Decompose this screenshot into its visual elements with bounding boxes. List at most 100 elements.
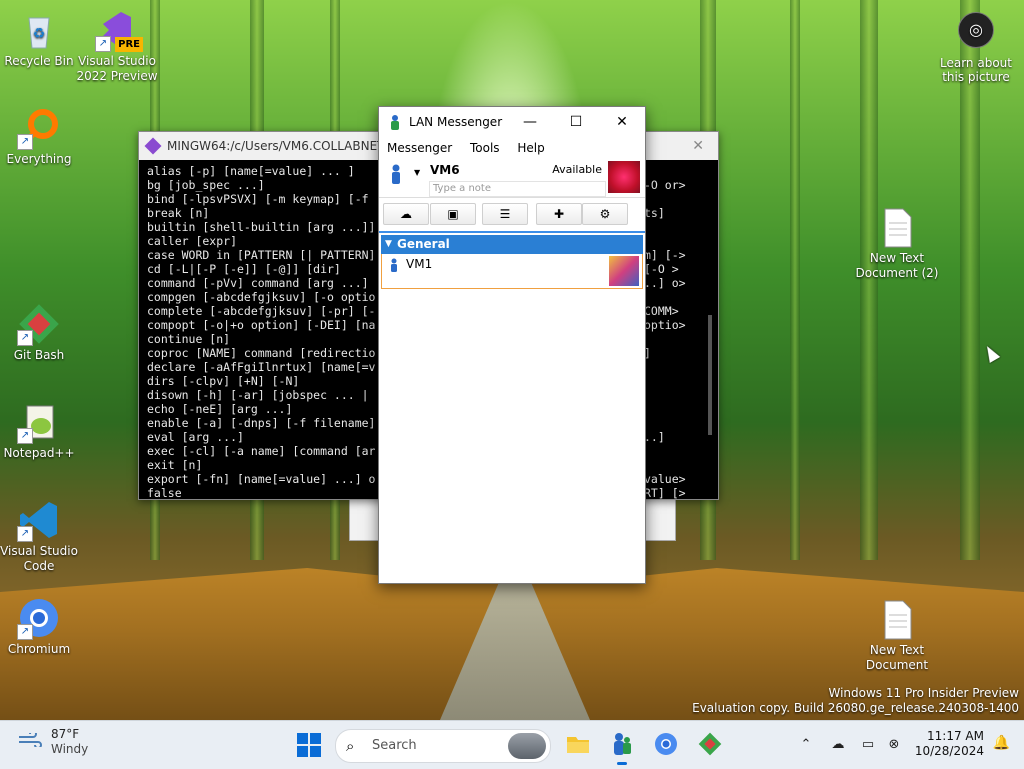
user-status-icon[interactable] — [391, 164, 401, 184]
camera-icon: ◎ — [958, 12, 994, 48]
terminal-line: echo [-neE] [arg ...] — [147, 402, 293, 416]
start-button[interactable] — [297, 733, 321, 757]
file-transfer-button[interactable]: ▣ — [430, 203, 476, 225]
taskbar-chromium[interactable] — [653, 731, 679, 757]
menu-tools[interactable]: Tools — [470, 141, 500, 155]
desktop-icon-recycle-bin[interactable]: ♻ Recycle Bin — [0, 8, 81, 69]
search-icon: ⌕ — [346, 737, 355, 755]
menu-messenger[interactable]: Messenger — [387, 141, 452, 155]
lan-menubar: Messenger Tools Help — [379, 137, 645, 159]
settings-button[interactable]: ⚙ — [582, 203, 628, 225]
desktop-icon-label: Everything — [6, 152, 72, 166]
git-bash-icon — [698, 732, 722, 756]
weather-desc: Windy — [51, 742, 89, 756]
add-icon: ✚ — [553, 207, 565, 221]
shortcut-arrow-icon: ↗ — [17, 330, 33, 346]
watermark-line-1: Windows 11 Pro Insider Preview — [828, 686, 1019, 700]
taskbar-clock[interactable]: 11:17 AM 10/28/2024 — [915, 729, 984, 759]
shortcut-arrow-icon: ↗ — [17, 624, 33, 640]
terminal-line: ..] o> — [644, 276, 686, 290]
status-dropdown-caret-icon[interactable]: ▼ — [414, 168, 420, 177]
desktop-icon-vscode[interactable]: ↗ Visual Studio Code — [0, 498, 81, 574]
show-hidden-icons-chevron-icon[interactable]: ⌃ — [797, 721, 815, 769]
desktop-icon-new-text-document-2[interactable]: New Text Document (2) — [855, 205, 939, 281]
terminal-line: -O or> — [644, 178, 686, 192]
desktop-icon-label: New Text Document — [865, 643, 929, 672]
magnifier-icon: ↗ — [17, 106, 61, 150]
bamboo-stalk — [790, 0, 800, 560]
weather-widget[interactable]: 87°F Windy — [18, 727, 88, 757]
taskbar-search[interactable]: ⌕ Search — [335, 729, 551, 763]
terminal-line: export [-fn] [name[=value] ...] o — [147, 472, 376, 486]
contact-item[interactable]: VM1 — [381, 254, 643, 289]
terminal-line: bind [-lpsvPSVX] [-m keymap] [-f — [147, 192, 369, 206]
clock-time: 11:17 AM — [927, 729, 984, 743]
menu-help[interactable]: Help — [517, 141, 544, 155]
wind-icon — [19, 733, 42, 747]
notification-bell-icon[interactable]: 🔔 — [993, 735, 1010, 751]
taskbar-lan-messenger[interactable] — [609, 731, 635, 765]
terminal-close-button[interactable]: ✕ — [692, 132, 704, 160]
lan-messenger-window[interactable]: LAN Messenger — ☐ ✕ Messenger Tools Help… — [378, 106, 646, 584]
collapse-triangle-icon[interactable]: ▼ — [385, 235, 392, 254]
terminal-line: [-O > — [644, 262, 679, 276]
display-icon[interactable]: ▭ — [858, 721, 878, 769]
add-contact-button[interactable]: ✚ — [536, 203, 582, 225]
maximize-button[interactable]: ☐ — [553, 107, 599, 137]
terminal-line: coproc [NAME] command [redirectio — [147, 346, 376, 360]
learn-about-picture[interactable]: ◎ Learn about this picture — [936, 12, 1016, 84]
terminal-output-right: -O or> ts] m] [-> [-O >..] o> COMM> optio>… — [644, 164, 686, 499]
watermark-line-2: Evaluation copy. Build 26080.ge_release.… — [692, 701, 1019, 715]
terminal-line: command [-pVv] command [arg ...] — [147, 276, 369, 290]
windows-logo-icon — [297, 733, 308, 744]
terminal-line: case WORD in [PATTERN [| PATTERN] — [147, 248, 376, 262]
taskbar-git-bash[interactable] — [697, 731, 723, 757]
minimize-button[interactable]: — — [507, 107, 553, 137]
terminal-line: disown [-h] [-ar] [jobspec ... | — [147, 388, 369, 402]
desktop-icon-git-bash[interactable]: ↗ Git Bash — [0, 302, 81, 363]
desktop-icon-chromium[interactable]: ↗ Chromium — [0, 596, 81, 657]
cloud-offline-icon[interactable]: ☁ — [828, 721, 848, 769]
terminal-scrollbar[interactable] — [708, 315, 712, 435]
close-button[interactable]: ✕ — [599, 107, 645, 137]
terminal-line: bg [job_spec ...] — [147, 178, 265, 192]
desktop-icon-everything[interactable]: ↗ Everything — [0, 106, 81, 167]
user-status[interactable]: Available — [552, 163, 602, 176]
terminal-line: exec [-cl] [-a name] [command [ar — [147, 444, 376, 458]
terminal-line: complete [-abcdefgjksuv] [-pr] [- — [147, 304, 376, 318]
group-general[interactable]: ▼ General — [381, 235, 643, 254]
desktop-icon-notepad-plus-plus[interactable]: ↗ Notepad++ — [0, 400, 81, 461]
desktop-icon-visual-studio-preview[interactable]: ↗ PRE Visual Studio 2022 Preview — [75, 8, 159, 84]
broadcast-button[interactable]: ☰ — [482, 203, 528, 225]
terminal-line: compopt [-o|+o option] [-DEI] [na — [147, 318, 376, 332]
terminal-line: eval [arg ...] — [147, 430, 244, 444]
taskbar-file-explorer[interactable] — [565, 731, 591, 757]
terminal-line: m] [-> — [644, 248, 686, 262]
terminal-line: value> — [644, 472, 686, 486]
note-input[interactable]: Type a note — [429, 181, 606, 197]
desktop-icon-label: Git Bash — [13, 348, 65, 362]
shortcut-arrow-icon: ↗ — [17, 134, 33, 150]
desktop-icon-label: Recycle Bin — [4, 54, 74, 68]
lan-titlebar[interactable]: LAN Messenger — ☐ ✕ — [379, 107, 645, 137]
text-document-icon — [875, 597, 919, 641]
user-avatar[interactable] — [608, 161, 640, 193]
bamboo-stalk — [960, 0, 980, 560]
folder-icon — [567, 737, 589, 753]
desktop-icon-new-text-document[interactable]: New Text Document — [855, 597, 939, 673]
terminal-line: break [n] — [147, 206, 210, 220]
terminal-line: ts] — [644, 206, 665, 220]
visual-studio-icon: ↗ PRE — [95, 8, 143, 52]
chat-room-button[interactable]: ☁ — [383, 203, 429, 225]
terminal-line: enable [-a] [-dnps] [-f filename] — [147, 416, 376, 430]
terminal-line: false — [147, 486, 182, 499]
notepad-plus-plus-icon: ↗ — [17, 400, 61, 444]
shortcut-arrow-icon: ↗ — [95, 36, 111, 52]
text-document-icon — [875, 205, 919, 249]
network-icon[interactable]: ⊗ — [884, 721, 904, 769]
